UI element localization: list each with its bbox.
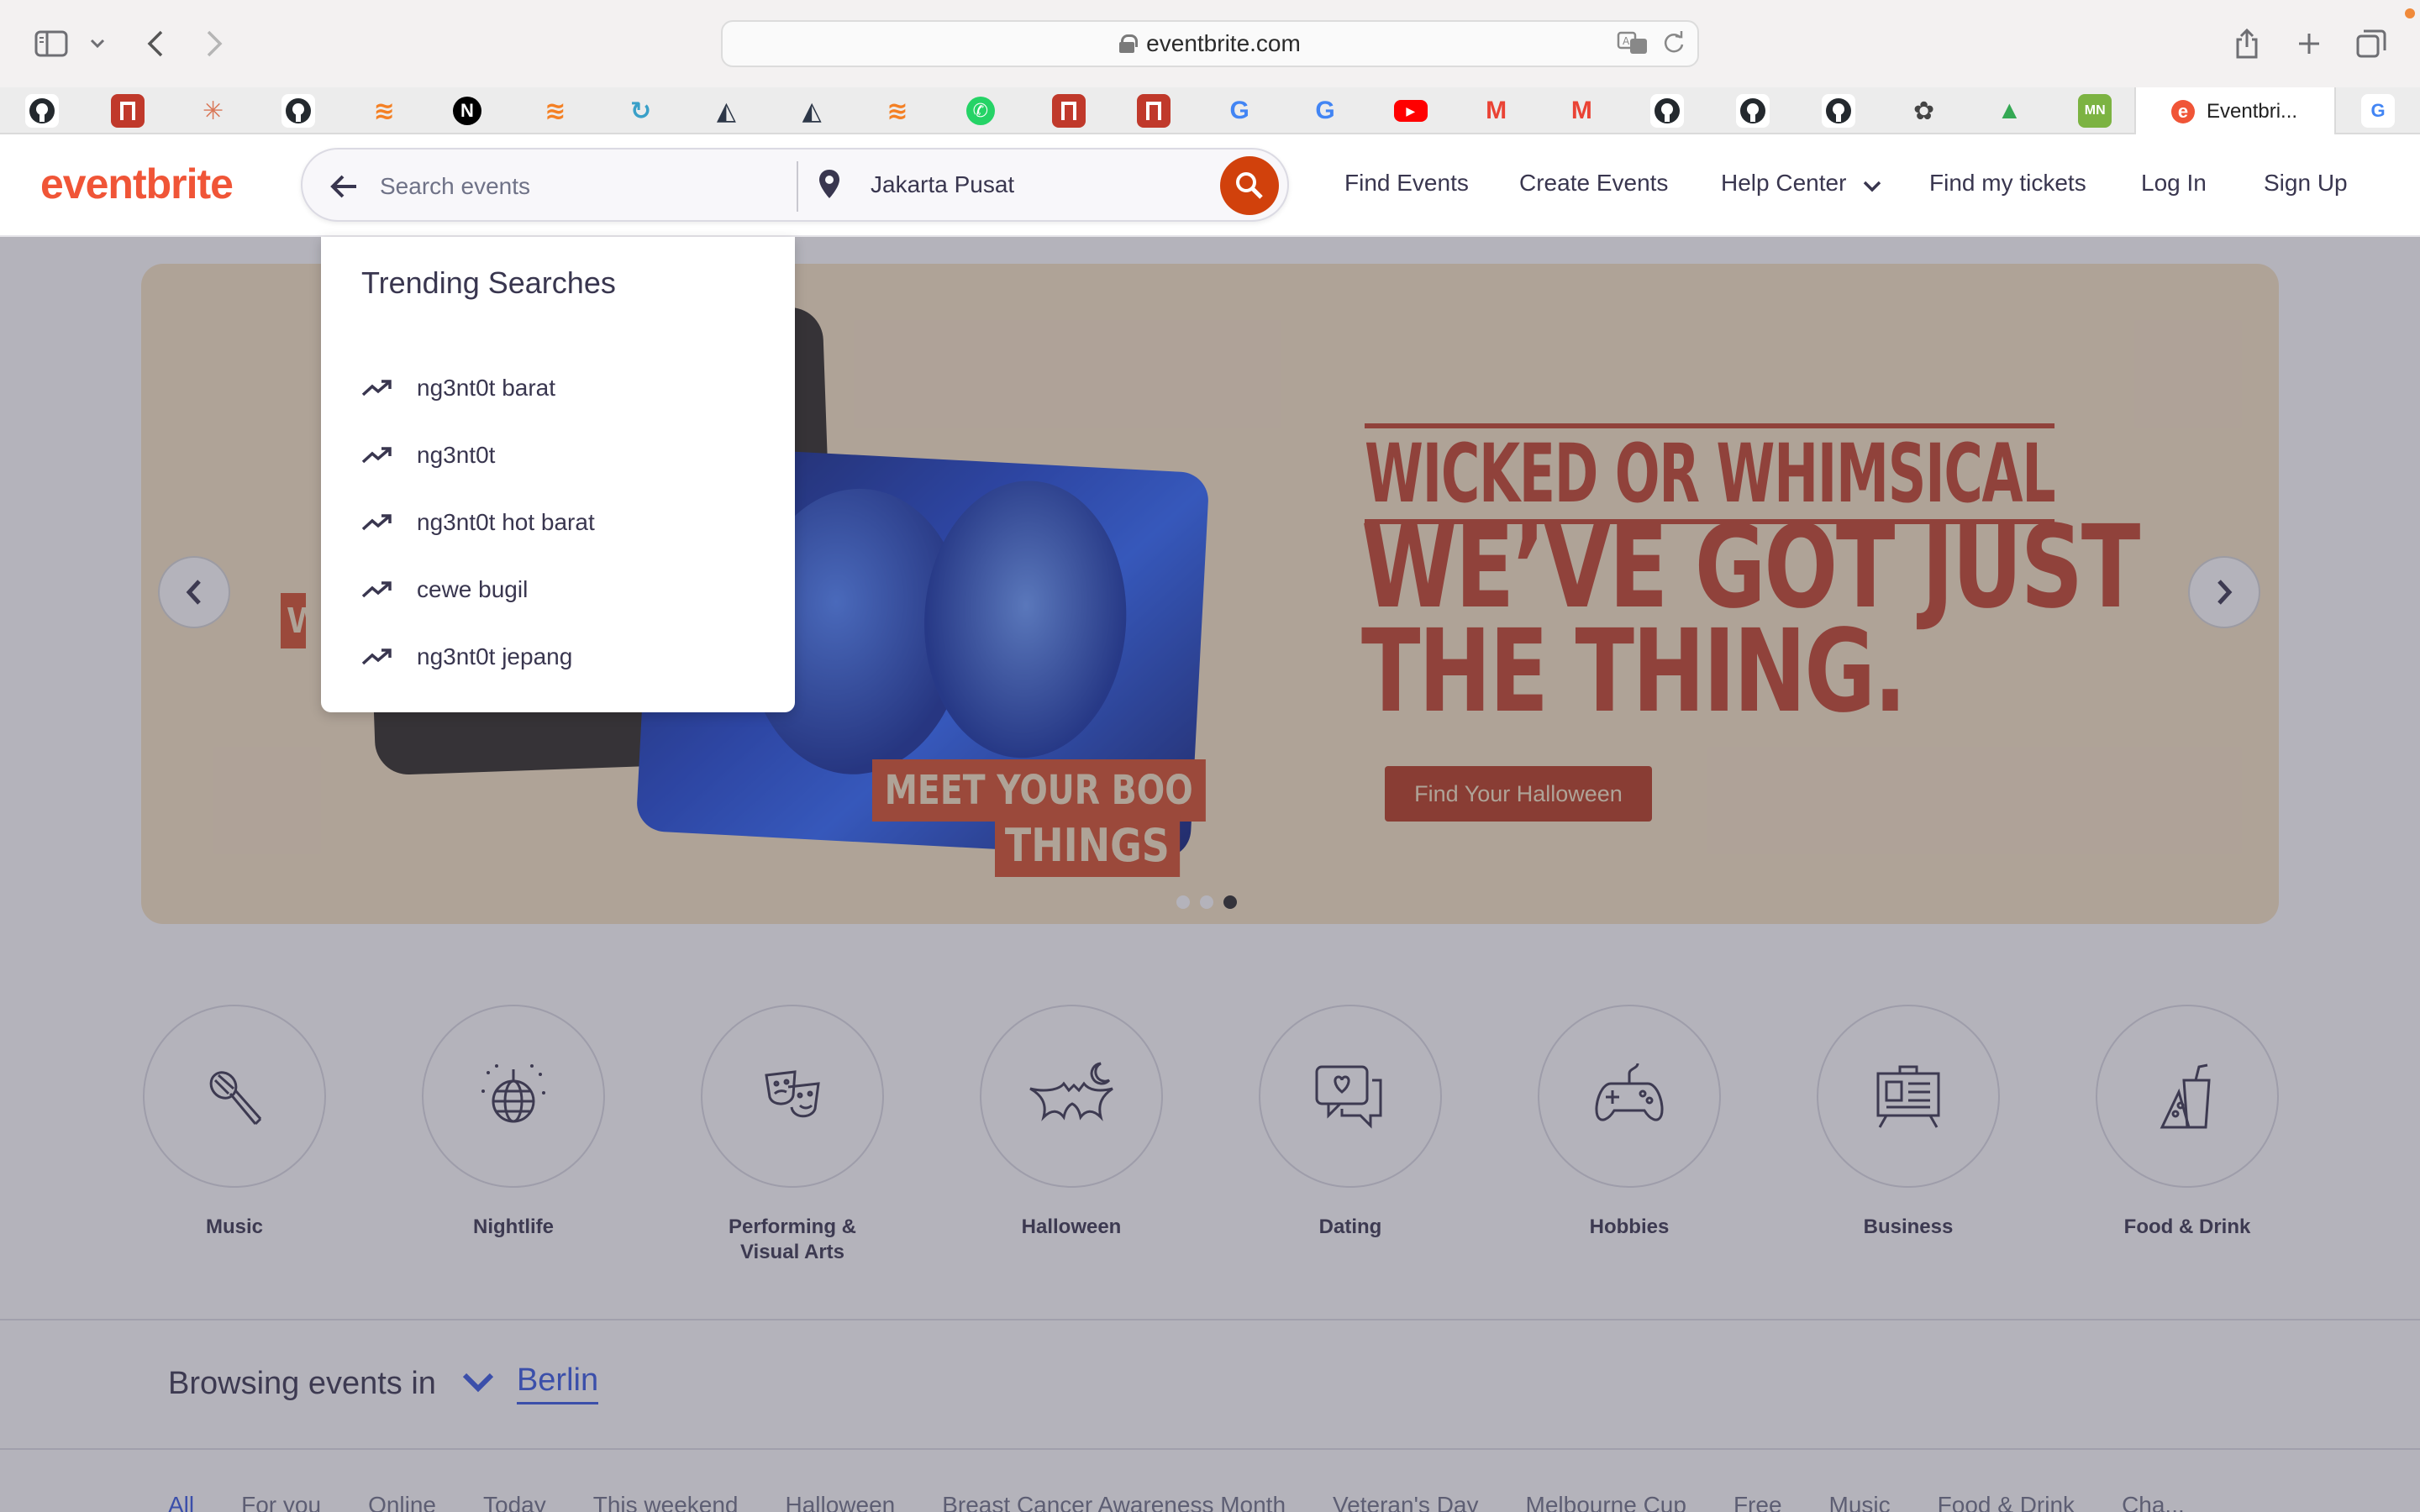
nav-find-events[interactable]: Find Events: [1344, 170, 1469, 197]
search-bar: Jakarta Pusat: [301, 148, 1289, 222]
trending-item[interactable]: ng3nt0t: [361, 435, 495, 475]
trending-up-icon: [361, 514, 392, 531]
url-text: eventbrite.com: [1146, 30, 1301, 56]
dropdown-title: Trending Searches: [361, 265, 616, 300]
stackoverflow-favicon[interactable]: ≋: [539, 94, 572, 128]
drive-favicon[interactable]: ▲: [1992, 94, 2026, 128]
google-favicon[interactable]: G: [2361, 94, 2395, 128]
red-block-favicon[interactable]: [110, 94, 145, 128]
prisma-favicon[interactable]: ◭: [709, 94, 743, 128]
address-bar[interactable]: eventbrite.com A: [721, 20, 1699, 67]
reload-icon[interactable]: [1662, 30, 1686, 61]
search-button[interactable]: [1220, 156, 1279, 215]
trending-up-icon: [361, 648, 392, 665]
trending-item[interactable]: ng3nt0t jepang: [361, 637, 572, 677]
trending-item-label: ng3nt0t: [417, 442, 496, 468]
trending-searches-dropdown: Trending Searches ng3nt0t barat ng3nt0t ng…: [321, 237, 795, 712]
eventbrite-logo[interactable]: eventbrite: [40, 160, 234, 208]
stackoverflow-favicon[interactable]: ≋: [367, 94, 401, 128]
trending-item-label: ng3nt0t hot barat: [417, 509, 595, 535]
refresh-favicon[interactable]: ↻: [624, 94, 658, 128]
trending-item[interactable]: ng3nt0t barat: [361, 368, 555, 408]
chevron-down-icon: [1863, 171, 1881, 198]
lock-icon: [1119, 34, 1139, 53]
location-field[interactable]: Jakarta Pusat: [871, 171, 1014, 198]
nav-log-in[interactable]: Log In: [2141, 170, 2207, 197]
notification-dot: [2405, 8, 2415, 18]
trending-item-label: cewe bugil: [417, 576, 529, 602]
trending-item[interactable]: cewe bugil: [361, 570, 528, 610]
github-favicon[interactable]: [1650, 94, 1685, 128]
search-icon: [1236, 172, 1263, 199]
nextjs-favicon[interactable]: N: [453, 97, 481, 125]
site-header: eventbrite Jakarta Pusat Find Events Cre…: [0, 134, 2420, 237]
nav-sign-up[interactable]: Sign Up: [2264, 170, 2348, 197]
github-favicon[interactable]: [1736, 94, 1770, 128]
tab-title: Eventbri...: [2207, 100, 2298, 123]
trending-item-label: ng3nt0t jepang: [417, 643, 573, 669]
sidebar-toggle-icon[interactable]: [32, 22, 71, 66]
trending-up-icon: [361, 581, 392, 598]
gmail-favicon[interactable]: M: [1480, 94, 1513, 128]
prisma-favicon[interactable]: ◭: [795, 94, 829, 128]
browser-toolbar: eventbrite.com A: [0, 0, 2420, 87]
share-icon[interactable]: [2232, 22, 2262, 66]
tab-eventbrite[interactable]: e Eventbri...: [2134, 87, 2336, 136]
trending-item[interactable]: ng3nt0t hot barat: [361, 502, 595, 543]
red-block-favicon[interactable]: [1051, 94, 1086, 128]
youtube-favicon[interactable]: ▶: [1393, 100, 1428, 122]
gmail-favicon[interactable]: M: [1565, 94, 1598, 128]
whatsapp-favicon[interactable]: ✆: [965, 97, 995, 125]
github-favicon[interactable]: [25, 94, 59, 128]
red-block-favicon[interactable]: [1137, 94, 1171, 128]
github-favicon[interactable]: [281, 94, 316, 128]
new-tab-icon[interactable]: [2294, 22, 2324, 66]
google-favicon[interactable]: G: [1308, 94, 1342, 128]
openai-favicon[interactable]: ✿: [1907, 94, 1941, 128]
location-pin-icon: [817, 168, 850, 205]
chevron-down-icon[interactable]: [87, 22, 108, 66]
mn-favicon[interactable]: MN: [2078, 94, 2112, 128]
eventbrite-favicon: e: [2171, 100, 2195, 123]
nav-create-events[interactable]: Create Events: [1519, 170, 1668, 197]
back-icon[interactable]: [141, 22, 170, 66]
search-divider: [797, 161, 798, 212]
svg-text:A: A: [1623, 35, 1630, 47]
tab-overview-icon[interactable]: [2354, 22, 2388, 66]
github-favicon[interactable]: [1821, 94, 1855, 128]
search-input[interactable]: [380, 165, 783, 208]
arrow-left-icon[interactable]: [326, 168, 363, 205]
stackoverflow-favicon[interactable]: ≋: [881, 94, 914, 128]
claude-favicon[interactable]: ✳: [197, 94, 230, 128]
forward-icon[interactable]: [200, 22, 229, 66]
nav-help-center[interactable]: Help Center: [1721, 170, 1881, 198]
nav-help-center-label: Help Center: [1721, 170, 1847, 196]
trending-item-label: ng3nt0t barat: [417, 375, 556, 401]
translate-icon[interactable]: A: [1617, 30, 1650, 61]
google-favicon[interactable]: G: [1223, 94, 1256, 128]
nav-find-my-tickets[interactable]: Find my tickets: [1929, 170, 2086, 197]
trending-up-icon: [361, 380, 392, 396]
trending-up-icon: [361, 447, 392, 464]
favorites-bar: ✳ ≋ N ≋ ↻ ◭ ◭ ≋ ✆ G G ▶ M M ✿ ▲ MN: [0, 87, 2420, 134]
